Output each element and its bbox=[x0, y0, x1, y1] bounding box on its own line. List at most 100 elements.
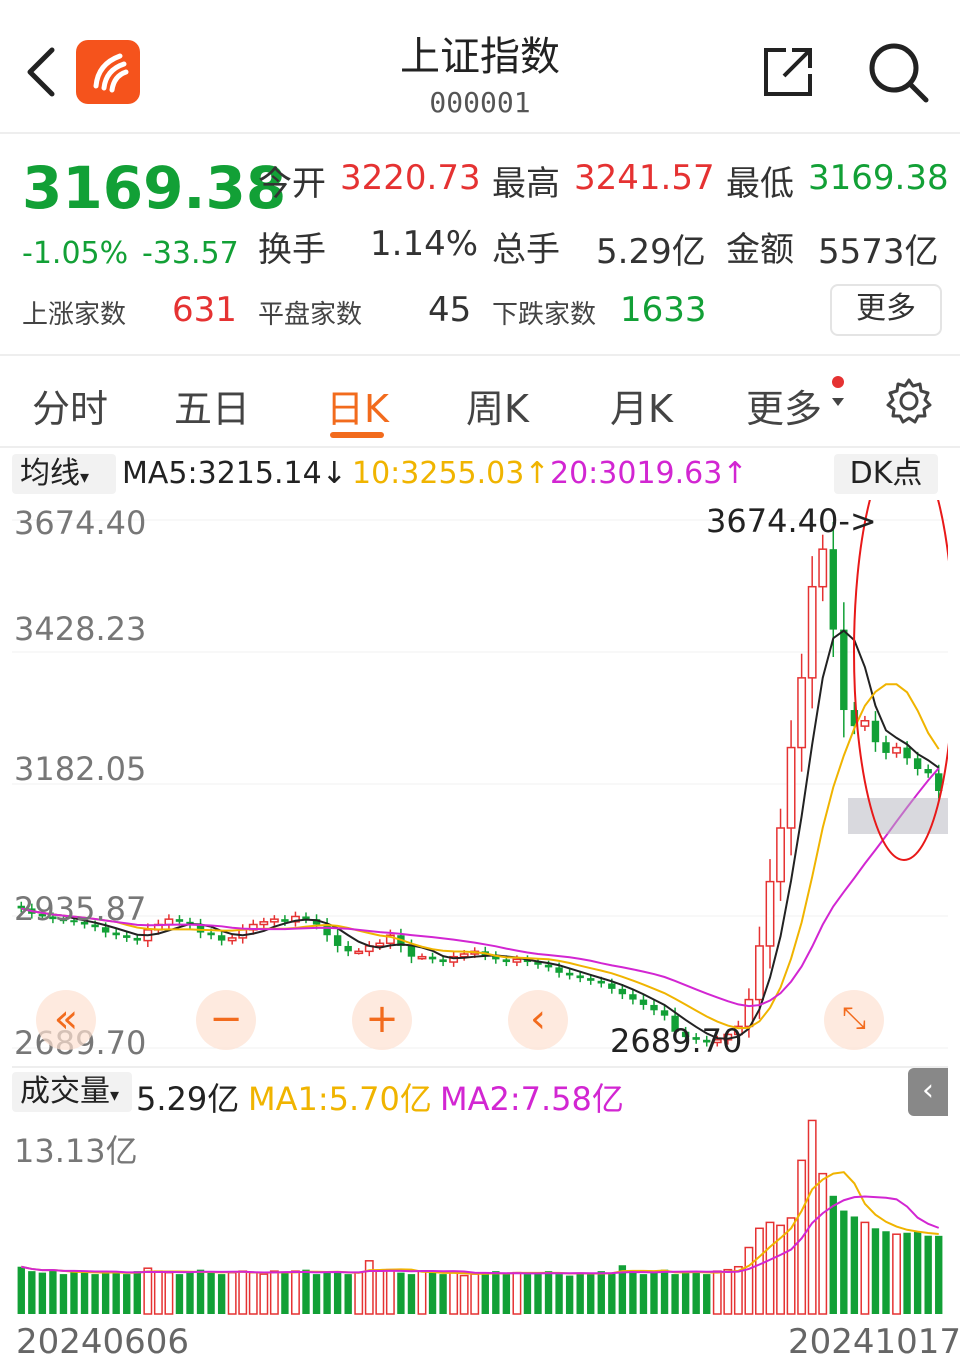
search-icon[interactable] bbox=[866, 40, 932, 106]
volume-bar bbox=[681, 1271, 690, 1314]
candle-body bbox=[797, 677, 807, 749]
volume-bar bbox=[512, 1271, 522, 1315]
tab-daily-k[interactable]: 日K bbox=[326, 378, 389, 433]
volume-bar bbox=[829, 1195, 837, 1314]
price-axis-label: 3674.40 bbox=[14, 504, 147, 542]
candle-body bbox=[786, 746, 796, 829]
tab-monthly-k[interactable]: 月K bbox=[610, 378, 673, 433]
volume-bar bbox=[175, 1274, 184, 1314]
volume-bar bbox=[650, 1272, 658, 1314]
tab-five-day[interactable]: 五日 bbox=[174, 378, 250, 433]
advancers-label: 上涨家数 bbox=[22, 300, 127, 330]
tab-more[interactable]: 更多 bbox=[746, 378, 822, 433]
decliners-label: 下跌家数 bbox=[492, 300, 597, 330]
volume-bar bbox=[70, 1271, 78, 1314]
volume-bar bbox=[818, 1172, 828, 1315]
volume-bar bbox=[882, 1231, 890, 1314]
ma-selector[interactable]: 均线▾ bbox=[12, 454, 116, 494]
volume-current: 5.29亿 bbox=[136, 1080, 240, 1118]
settings-gear-icon[interactable] bbox=[884, 376, 934, 426]
volume-bar bbox=[112, 1272, 120, 1314]
volume-bar bbox=[850, 1216, 859, 1314]
volume-bar bbox=[723, 1268, 733, 1315]
unchanged-count: 45 bbox=[428, 290, 472, 330]
zoom-in-button[interactable]: + bbox=[352, 990, 412, 1050]
start-date-label: 20240606 bbox=[16, 1322, 190, 1362]
candlestick-chart[interactable]: 3674.40 3428.23 3182.05 2935.87 2689.70 … bbox=[12, 443, 955, 1062]
candle-body bbox=[755, 945, 764, 1001]
volume-bar bbox=[164, 1271, 174, 1315]
open-value: 3220.73 bbox=[340, 158, 481, 198]
tab-intraday[interactable]: 分时 bbox=[32, 378, 108, 433]
fullscreen-button[interactable]: ⤡ bbox=[824, 990, 884, 1050]
volume-indicator-bar: 成交量▾ 5.29亿 MA1:5.70亿 MA2:7.58亿 ‹ bbox=[12, 1066, 948, 1118]
volume-bar bbox=[227, 1271, 237, 1315]
stock-code: 000001 bbox=[429, 86, 531, 119]
volume-bar bbox=[712, 1270, 722, 1315]
candle-body bbox=[892, 746, 901, 754]
volume-bar bbox=[871, 1228, 880, 1314]
collapse-panel-button[interactable]: ‹ bbox=[908, 1068, 948, 1116]
share-external-icon[interactable] bbox=[760, 44, 816, 100]
tab-weekly-k[interactable]: 周K bbox=[466, 378, 529, 433]
volume-ma2: MA2:7.58亿 bbox=[440, 1080, 624, 1118]
candle-body bbox=[765, 880, 775, 947]
period-tabs: 分时 五日 日K 周K 月K 更多 bbox=[0, 356, 960, 448]
volume-bar bbox=[470, 1273, 480, 1315]
volume-bar bbox=[281, 1272, 289, 1314]
volume-bar bbox=[248, 1271, 258, 1315]
zoom-out-button[interactable]: − bbox=[196, 990, 256, 1050]
volume-bar bbox=[744, 1246, 754, 1315]
volume-bar bbox=[59, 1274, 68, 1314]
more-button[interactable]: 更多 bbox=[830, 284, 942, 336]
scroll-to-start-button[interactable]: « bbox=[36, 990, 96, 1050]
volume-bar bbox=[733, 1265, 743, 1315]
volume-value: 5.29亿 bbox=[596, 232, 706, 272]
scroll-left-button[interactable]: ‹ bbox=[508, 990, 568, 1050]
candle-body bbox=[829, 549, 837, 630]
volume-bar bbox=[196, 1269, 205, 1314]
volume-bar bbox=[903, 1232, 911, 1314]
volume-bar bbox=[28, 1271, 36, 1314]
low-value: 3169.38 bbox=[808, 158, 949, 198]
turnover-label: 换手 bbox=[258, 230, 326, 270]
candle-body bbox=[512, 958, 522, 963]
candle-body bbox=[175, 919, 184, 922]
volume-selector[interactable]: 成交量▾ bbox=[12, 1072, 132, 1112]
volume-bar bbox=[417, 1270, 427, 1315]
ma10-value: 10:3255.03↑ bbox=[352, 456, 550, 491]
last-price: 3169.38 bbox=[22, 154, 287, 222]
volume-bar bbox=[238, 1270, 248, 1315]
volume-bar bbox=[587, 1274, 595, 1314]
dk-point-toggle[interactable]: DK点 bbox=[834, 454, 938, 494]
volume-bar bbox=[38, 1272, 47, 1314]
candle-body bbox=[924, 769, 932, 774]
turnover-value: 1.14% bbox=[370, 224, 479, 264]
volume-bar bbox=[143, 1267, 153, 1315]
volume-bar bbox=[565, 1275, 574, 1314]
volume-bar bbox=[91, 1274, 99, 1314]
candle-body bbox=[164, 918, 174, 926]
ma5-value: MA5:3215.14↓ bbox=[122, 456, 347, 491]
volume-bar bbox=[913, 1231, 922, 1314]
ma20-line bbox=[21, 767, 940, 1008]
candle-body bbox=[544, 964, 553, 968]
ma-indicator-bar: 均线▾ MA5:3215.14↓ 10:3255.03↑ 20:3019.63↑… bbox=[12, 452, 948, 498]
volume-bar bbox=[544, 1271, 553, 1314]
open-label: 今开 bbox=[258, 164, 326, 204]
volume-svg bbox=[17, 1119, 943, 1315]
active-tab-indicator bbox=[330, 432, 384, 438]
unchanged-label: 平盘家数 bbox=[258, 300, 363, 330]
volume-bar bbox=[428, 1272, 437, 1314]
amount-label: 金额 bbox=[726, 230, 794, 270]
more-dropdown-icon bbox=[832, 376, 844, 406]
volume-bar bbox=[449, 1271, 459, 1315]
price-axis-label: 3182.05 bbox=[14, 750, 147, 788]
volume-bar bbox=[259, 1273, 269, 1315]
volume-bar bbox=[660, 1269, 669, 1314]
volume-bar bbox=[312, 1274, 321, 1314]
volume-axis-label: 13.13亿 bbox=[14, 1132, 138, 1170]
volume-bar bbox=[133, 1271, 141, 1314]
candle-body bbox=[259, 921, 269, 926]
volume-bar bbox=[397, 1272, 405, 1314]
